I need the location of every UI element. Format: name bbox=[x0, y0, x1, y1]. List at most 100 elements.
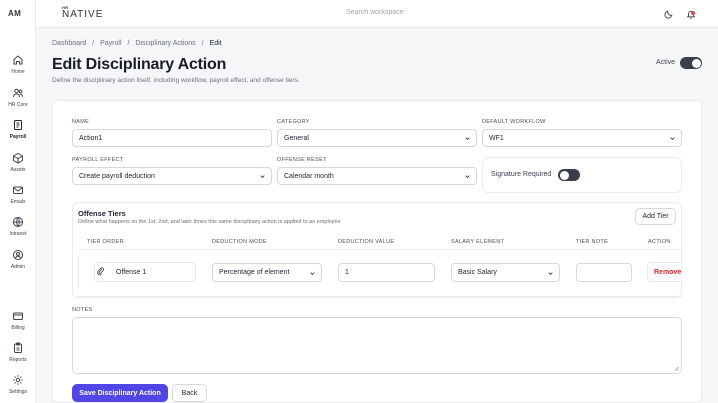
offense-tiers-title: Offense Tiers bbox=[78, 209, 126, 218]
breadcrumb-separator: / bbox=[201, 40, 204, 47]
mail-icon bbox=[12, 184, 24, 196]
notification-dot bbox=[691, 11, 695, 15]
column-header-tier-note: TIER NOTE bbox=[576, 239, 609, 245]
breadcrumb-disciplinary-actions[interactable]: Disciplinary Actions bbox=[135, 40, 195, 47]
sidebar-item-label: Admin bbox=[10, 264, 26, 270]
chevron-down-icon bbox=[548, 271, 553, 276]
notes-textarea[interactable] bbox=[72, 317, 682, 374]
signature-required-label: Signature Required bbox=[491, 171, 552, 178]
column-header-tier-order: TIER ORDER bbox=[87, 239, 124, 245]
sidebar-item-label: Reports bbox=[9, 357, 27, 363]
toggle-knob bbox=[559, 170, 569, 180]
name-input[interactable]: Action1 bbox=[72, 129, 272, 147]
notes-label: NOTES bbox=[72, 307, 93, 313]
theme-toggle-icon[interactable] bbox=[664, 9, 674, 19]
offense-reset-select[interactable]: Calendar month bbox=[277, 167, 477, 185]
salary-element-select[interactable]: Basic Salary bbox=[451, 263, 560, 282]
page-title: Edit Disciplinary Action bbox=[52, 56, 227, 73]
sidebar-item-intranet[interactable]: Intranet bbox=[0, 216, 36, 237]
sidebar-item-hr-core[interactable]: HR Core bbox=[0, 87, 36, 108]
chevron-down-icon bbox=[465, 174, 470, 179]
tier-row-bottom-border bbox=[78, 296, 682, 297]
signature-required-toggle[interactable] bbox=[558, 169, 580, 181]
offense-reset-value: Calendar month bbox=[284, 172, 334, 180]
payroll-icon bbox=[12, 119, 24, 131]
save-disciplinary-action-button[interactable]: Save Disciplinary Action bbox=[72, 384, 168, 402]
sidebar-item-payroll[interactable]: Payroll bbox=[0, 119, 36, 140]
name-label: NAME bbox=[72, 119, 90, 125]
column-header-action: ACTION bbox=[648, 239, 671, 245]
resize-handle-icon[interactable] bbox=[674, 366, 679, 371]
card-icon bbox=[12, 310, 24, 322]
deduction-value-input[interactable]: 1 bbox=[338, 263, 435, 282]
sidebar-item-home[interactable]: Home bbox=[0, 54, 36, 75]
column-header-salary-element: SALARY ELEMENT bbox=[451, 239, 505, 245]
payroll-effect-select[interactable]: Create payroll deduction bbox=[72, 167, 272, 185]
toggle-knob bbox=[691, 58, 701, 68]
home-icon bbox=[12, 54, 24, 66]
sidebar-item-label: Payroll bbox=[9, 134, 27, 140]
user-initials[interactable]: AM bbox=[8, 9, 21, 18]
sidebar-item-emails[interactable]: Emails bbox=[0, 184, 36, 205]
remove-tier-button[interactable]: Remove bbox=[647, 262, 682, 282]
category-value: General bbox=[284, 134, 309, 142]
breadcrumb: Dashboard / Payroll / Disciplinary Actio… bbox=[52, 40, 226, 47]
default-workflow-label: DEFAULT WORKFLOW bbox=[482, 119, 546, 125]
payroll-effect-label: PAYROLL EFFECT bbox=[72, 157, 124, 163]
sidebar-item-label: HR Core bbox=[8, 102, 28, 108]
sidebar: AM Home HR Core Payroll Assets Emails In… bbox=[0, 0, 36, 403]
active-label: Active bbox=[656, 59, 676, 66]
deduction-mode-value: Percentage of element bbox=[219, 269, 290, 276]
search-input[interactable]: Search workspace bbox=[346, 9, 404, 16]
column-header-deduction-mode: DEDUCTION MODE bbox=[212, 239, 267, 245]
tier-note-input[interactable] bbox=[576, 263, 632, 282]
payroll-effect-value: Create payroll deduction bbox=[79, 172, 155, 180]
gear-icon bbox=[12, 374, 24, 386]
drag-handle-icon[interactable] bbox=[96, 267, 105, 276]
sidebar-item-label: Settings bbox=[8, 389, 28, 395]
brand-name: NATIVE bbox=[62, 9, 104, 20]
chevron-down-icon bbox=[310, 271, 315, 276]
workflow-value: WF1 bbox=[489, 134, 504, 142]
chevron-down-icon bbox=[465, 136, 470, 141]
sidebar-item-label: Assets bbox=[10, 167, 26, 173]
add-tier-button[interactable]: Add Tier bbox=[635, 208, 676, 225]
sidebar-item-label: Intranet bbox=[9, 231, 27, 237]
page-subtitle: Define the disciplinary action itself, i… bbox=[52, 77, 300, 84]
offense-tiers-subtitle: Define what happens on the 1st, 2nd, and… bbox=[78, 219, 341, 225]
category-select[interactable]: General bbox=[277, 129, 477, 147]
offense-reset-label: OFFENSE RESET bbox=[277, 157, 327, 163]
clipboard-icon bbox=[12, 342, 24, 354]
offense-tiers-section bbox=[72, 202, 682, 298]
brand-logo[interactable]: HR NATIVE bbox=[62, 5, 103, 20]
sidebar-item-billing[interactable]: Billing bbox=[0, 310, 36, 331]
users-icon bbox=[12, 87, 24, 99]
sidebar-item-label: Billing bbox=[11, 325, 25, 331]
sidebar-item-assets[interactable]: Assets bbox=[0, 152, 36, 173]
chevron-down-icon bbox=[260, 174, 265, 179]
back-button[interactable]: Back bbox=[172, 384, 207, 402]
sidebar-item-reports[interactable]: Reports bbox=[0, 342, 36, 363]
sidebar-item-settings[interactable]: Settings bbox=[0, 374, 36, 395]
chevron-down-icon bbox=[670, 136, 675, 141]
box-icon bbox=[12, 152, 24, 164]
deduction-mode-select[interactable]: Percentage of element bbox=[212, 263, 322, 282]
salary-element-value: Basic Salary bbox=[458, 269, 497, 276]
active-toggle[interactable] bbox=[680, 57, 702, 69]
breadcrumb-current: Edit bbox=[209, 40, 222, 47]
admin-icon bbox=[12, 249, 24, 261]
category-label: CATEGORY bbox=[277, 119, 310, 125]
breadcrumb-separator: / bbox=[92, 40, 95, 47]
globe-icon bbox=[12, 216, 24, 228]
sidebar-item-admin[interactable]: Admin bbox=[0, 249, 36, 270]
sidebar-item-label: Emails bbox=[10, 199, 26, 205]
table-row-left-border bbox=[78, 256, 79, 288]
breadcrumb-dashboard[interactable]: Dashboard bbox=[52, 40, 86, 47]
default-workflow-select[interactable]: WF1 bbox=[482, 129, 682, 147]
tier-name-input[interactable]: Offense 1 bbox=[94, 262, 196, 282]
sidebar-item-label: Home bbox=[11, 69, 25, 75]
breadcrumb-payroll[interactable]: Payroll bbox=[100, 40, 121, 47]
breadcrumb-separator: / bbox=[127, 40, 130, 47]
column-header-deduction-value: DEDUCTION VALUE bbox=[338, 239, 395, 245]
topbar: HR NATIVE Search workspace bbox=[36, 0, 718, 28]
